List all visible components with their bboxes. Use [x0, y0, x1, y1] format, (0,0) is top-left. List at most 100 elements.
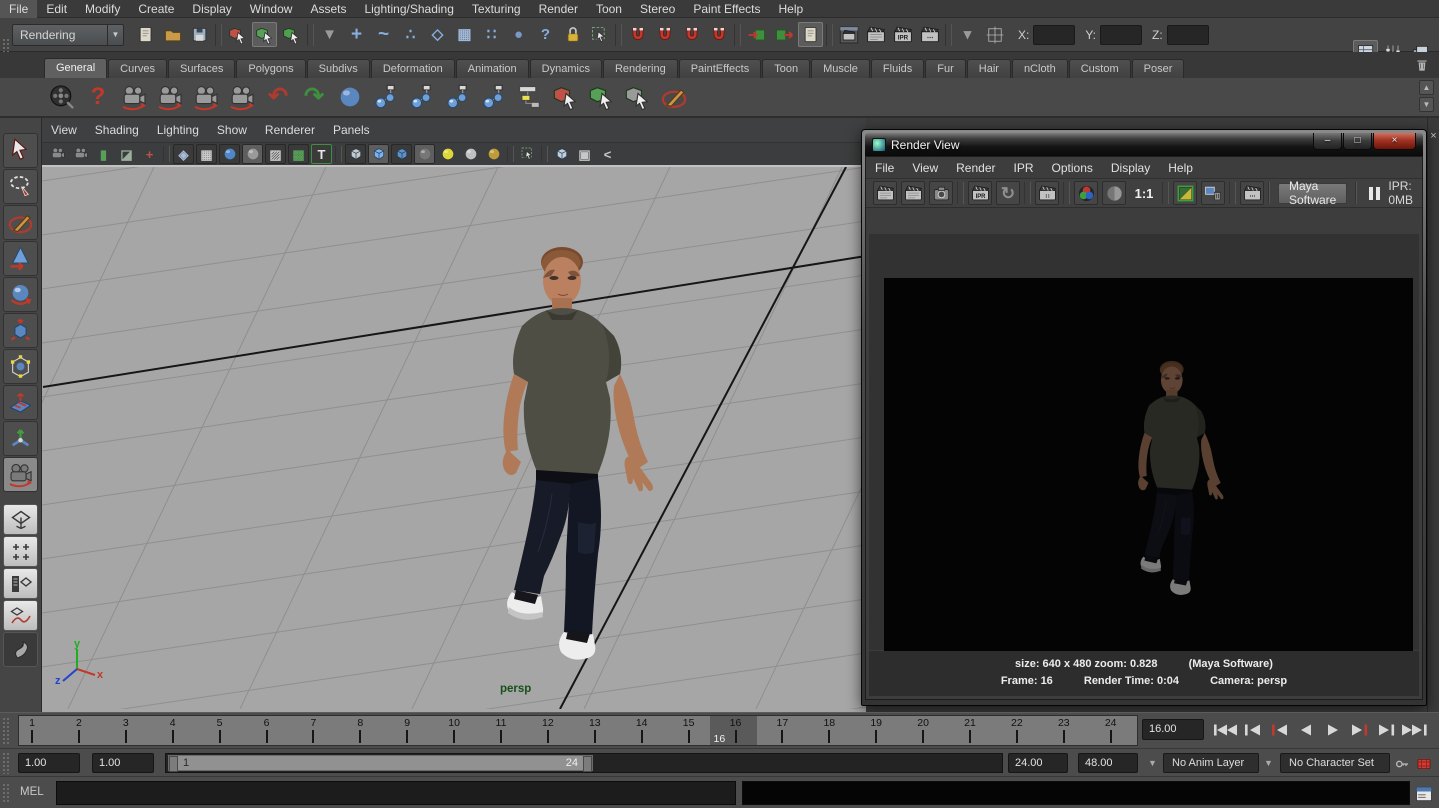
paint-selection-tool[interactable] — [3, 205, 38, 240]
go-to-end-button[interactable] — [1401, 718, 1428, 742]
menu-paint-effects[interactable]: Paint Effects — [684, 0, 769, 18]
persp-graph-layout-button[interactable] — [3, 600, 38, 631]
ipr-render-icon[interactable]: IPR — [968, 181, 992, 205]
scale-tool[interactable] — [3, 313, 38, 348]
select-output-icon[interactable] — [771, 22, 796, 47]
menu-renderer[interactable]: Renderer — [256, 121, 324, 139]
shelf-tab-animation[interactable]: Animation — [456, 59, 529, 78]
open-render-view-icon[interactable] — [836, 22, 861, 47]
film-gate-icon[interactable]: ▦ — [196, 144, 217, 164]
rendered-image[interactable] — [884, 278, 1413, 676]
tumble-camera-icon[interactable] — [47, 144, 68, 164]
shelf-tab-polygons[interactable]: Polygons — [236, 59, 305, 78]
shelf-tab-subdivs[interactable]: Subdivs — [307, 59, 370, 78]
snap-magnet-point-icon[interactable] — [679, 22, 704, 47]
all-lights-icon[interactable] — [391, 144, 412, 164]
coord-input[interactable] — [1033, 25, 1075, 45]
help-shelf-icon[interactable]: ? — [81, 80, 115, 114]
mirror-joint-shelf-icon[interactable] — [477, 80, 511, 114]
chevron-down-icon[interactable]: ▼ — [107, 25, 123, 45]
coord-input[interactable] — [1167, 25, 1209, 45]
shelf-tab-hair[interactable]: Hair — [967, 59, 1011, 78]
character-model[interactable] — [478, 242, 668, 672]
snap-together-icon[interactable]: ∷ — [479, 22, 504, 47]
render-current-frame-icon[interactable] — [863, 22, 888, 47]
snap-menu-icon[interactable]: ▼ — [317, 22, 342, 47]
step-forward-frame-button[interactable] — [1374, 718, 1401, 742]
menu-set-selector[interactable]: Rendering ▼ — [12, 24, 124, 46]
menu-toon[interactable]: Toon — [587, 0, 631, 18]
menu-lighting[interactable]: Lighting — [148, 121, 208, 139]
play-forwards-button[interactable] — [1320, 718, 1347, 742]
menu-panels[interactable]: Panels — [324, 121, 379, 139]
remove-image-icon[interactable] — [1201, 181, 1225, 205]
soft-modification-tool[interactable] — [3, 385, 38, 420]
close-button[interactable]: × — [1373, 133, 1416, 150]
image-plane-icon[interactable]: ◪ — [116, 144, 137, 164]
maximize-button[interactable]: □ — [1343, 133, 1372, 150]
undo-shelf-icon[interactable]: ↶ — [261, 80, 295, 114]
single-pane-layout-button[interactable] — [3, 504, 38, 535]
joint-tool-shelf-icon[interactable] — [369, 80, 403, 114]
xray-icon[interactable] — [551, 144, 572, 164]
mel-command-input[interactable] — [56, 781, 736, 805]
construction-history-icon[interactable] — [798, 22, 823, 47]
auto-keyframe-icon[interactable] — [1414, 754, 1434, 774]
shelf-scroll-down-button[interactable]: ▼ — [1419, 97, 1434, 112]
step-back-key-button[interactable] — [1266, 718, 1293, 742]
shelf-tab-curves[interactable]: Curves — [108, 59, 167, 78]
menu-file[interactable]: File — [866, 159, 903, 177]
shelf-tab-rendering[interactable]: Rendering — [603, 59, 678, 78]
script-editor-icon[interactable] — [1412, 782, 1435, 805]
anim-layer-selector[interactable]: No Anim Layer — [1163, 753, 1259, 773]
chevron-down-icon[interactable]: ▼ — [1264, 758, 1273, 768]
shelf-tab-fur[interactable]: Fur — [925, 59, 966, 78]
pan-zoom-icon[interactable]: + — [139, 144, 160, 164]
menu-render[interactable]: Render — [530, 0, 587, 18]
menu-display[interactable]: Display — [183, 0, 240, 18]
timeline-grip[interactable] — [2, 717, 9, 745]
ipr-render-icon[interactable]: IPR — [890, 22, 915, 47]
alpha-channel-icon[interactable] — [1102, 181, 1126, 205]
menu-render[interactable]: Render — [947, 159, 1004, 177]
shelf-tab-poser[interactable]: Poser — [1132, 59, 1185, 78]
menu-view[interactable]: View — [903, 159, 947, 177]
redo-shelf-icon[interactable]: ↷ — [297, 80, 331, 114]
open-render-settings-icon[interactable]: ⋯ — [1240, 181, 1264, 205]
universal-manipulator-tool[interactable] — [3, 349, 38, 384]
texture-channel-icon[interactable]: T — [311, 144, 332, 164]
select-hierarchy-icon[interactable] — [225, 22, 250, 47]
camera-tumble-shelf-icon[interactable] — [117, 80, 151, 114]
select-component-icon[interactable] — [279, 22, 304, 47]
wireframe-icon[interactable]: ◈ — [173, 144, 194, 164]
snap-to-points-icon[interactable]: ∴ — [398, 22, 423, 47]
shelf-tab-muscle[interactable]: Muscle — [811, 59, 870, 78]
shadows-icon[interactable] — [414, 144, 435, 164]
menu-options[interactable]: Options — [1043, 159, 1102, 177]
paint-effects-panel-button[interactable] — [3, 632, 38, 667]
range-end-handle[interactable] — [583, 756, 592, 772]
close-icon[interactable]: × — [1428, 130, 1439, 142]
snap-to-curves-icon[interactable]: ~ — [371, 22, 396, 47]
textured-display-icon[interactable]: ▨ — [265, 144, 286, 164]
animation-end-field[interactable]: 48.00 — [1078, 753, 1138, 773]
shelf-tab-painteffects[interactable]: PaintEffects — [679, 59, 762, 78]
persp-outliner-layout-button[interactable] — [3, 568, 38, 599]
shaded-display-icon[interactable] — [219, 144, 240, 164]
menu-texturing[interactable]: Texturing — [463, 0, 530, 18]
snap-to-grids-icon[interactable]: + — [344, 22, 369, 47]
menu-file[interactable]: File — [0, 0, 37, 18]
rgb-channels-icon[interactable] — [1074, 181, 1098, 205]
playback-end-field[interactable]: 24.00 — [1008, 753, 1068, 773]
shelf-tab-fluids[interactable]: Fluids — [871, 59, 924, 78]
menu-create[interactable]: Create — [129, 0, 183, 18]
move-tool[interactable] — [3, 241, 38, 276]
menu-help[interactable]: Help — [770, 0, 813, 18]
menu-stereo[interactable]: Stereo — [631, 0, 684, 18]
delete-unused-shelf-icon[interactable] — [333, 80, 367, 114]
rotate-tool[interactable] — [3, 277, 38, 312]
chevron-down-icon[interactable]: ▼ — [1148, 758, 1157, 768]
menu-shading[interactable]: Shading — [86, 121, 148, 139]
shelf-tab-dynamics[interactable]: Dynamics — [530, 59, 602, 78]
select-hierarchy-shelf-icon[interactable] — [549, 80, 583, 114]
